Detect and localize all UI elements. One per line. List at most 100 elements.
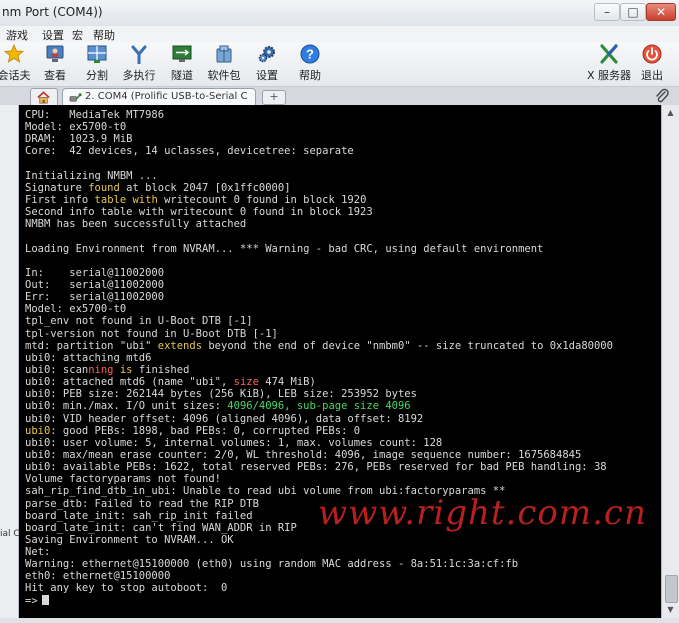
star-icon <box>4 44 24 63</box>
terminal-line: Loading Environment from NVRAM... *** Wa… <box>25 243 661 255</box>
help-icon: ? <box>300 44 320 64</box>
multiexec-button[interactable]: 多执行 <box>117 42 161 86</box>
terminal-text-segment: ubi0: max/mean erase counter: 2/0, WL th… <box>25 448 582 461</box>
serial-plug-icon <box>69 93 82 102</box>
terminal-line: ubi0: good PEBs: 1898, bad PEBs: 0, corr… <box>25 425 661 437</box>
terminal-pane[interactable]: CPU: MediaTek MT7986 Model: ex5700-t0 DRAM… <box>19 105 661 618</box>
menu-bar: 游戏 设置 宏 帮助 <box>0 26 679 42</box>
terminal-text-segment: Volume factoryparams not found! <box>25 473 221 486</box>
maximize-button[interactable]: □ <box>620 3 646 21</box>
terminal-text-segment: found <box>88 181 120 194</box>
x-server-button[interactable]: X 服务器 <box>587 42 631 86</box>
terminal-text-segment: size <box>233 376 259 389</box>
window-title: nm Port (COM4)) <box>2 5 103 19</box>
help-label: 帮助 <box>299 69 321 82</box>
minimize-button[interactable]: – <box>594 3 620 21</box>
terminal-text-segment: ubi0: scan <box>25 363 89 376</box>
close-button[interactable]: ✕ <box>646 3 676 21</box>
menu-settings[interactable]: 设置 <box>42 27 64 43</box>
split-windows-icon <box>87 45 107 63</box>
terminal-line: ubi0: attaching mtd6 <box>25 352 661 364</box>
paperclip-icon[interactable] <box>654 88 670 104</box>
terminal-text-segment: finished <box>132 363 190 376</box>
scroll-down-arrow-icon[interactable]: ▼ <box>664 604 677 616</box>
terminal-line: ubi0: available PEBs: 1622, total reserv… <box>25 461 661 473</box>
settings-button[interactable]: 设置 <box>245 42 289 86</box>
terminal-text-segment: mtd: partition "ubi" <box>25 339 158 352</box>
terminal-scrollbar[interactable]: ▲ ▼ <box>661 105 679 618</box>
home-tab[interactable] <box>30 88 58 106</box>
terminal-text-segment: extends <box>157 339 203 352</box>
terminal-text-segment: Net: <box>25 546 51 559</box>
terminal-line: Core: 42 devices, 14 uclasses, devicetre… <box>25 145 661 157</box>
terminal-text-segment: Second info table with writecount 0 foun… <box>25 206 373 219</box>
terminal-text-segment: Err: serial@11002000 <box>25 291 165 304</box>
tab-com4-session[interactable]: 2. COM4 (Prolific USB-to-Serial C <box>62 88 256 106</box>
terminal-text-segment: ubi0: VID header offset: 4096 (aligned 4… <box>25 412 424 425</box>
terminal-text-segment: Hit any key to stop autoboot: 0 <box>25 582 228 595</box>
terminal-text-segment: Warning: ethernet@15100000 (eth0) using … <box>25 558 519 571</box>
terminal-text-segment: ubi0: <box>25 424 57 437</box>
terminal-line: mtd: partition "ubi" extends beyond the … <box>25 340 661 352</box>
terminal-line: Hit any key to stop autoboot: 0 <box>25 582 661 594</box>
terminal-cursor <box>41 594 49 605</box>
terminal-line: tpl-version not found in U-Boot DTB [-1] <box>25 328 661 340</box>
exit-button[interactable]: 退出 <box>630 42 674 86</box>
terminal-text-segment: ubi0: min./max. I/O unit sizes: <box>25 400 228 413</box>
terminal-text-segment: tpl-version not found in U-Boot DTB [-1] <box>25 327 278 340</box>
terminal-text-segment: with <box>132 193 158 206</box>
help-button[interactable]: ? 帮助 <box>288 42 332 86</box>
menu-macros[interactable]: 宏 <box>72 27 83 43</box>
svg-text:?: ? <box>306 47 314 62</box>
terminal-line: Err: serial@11002000 <box>25 291 661 303</box>
terminal-text-segment: eth0: ethernet@15100000 <box>25 570 171 583</box>
terminal-text-segment: Core: 42 devices, 14 uclasses, devicetre… <box>25 145 354 158</box>
terminal-line: Warning: ethernet@15100000 (eth0) using … <box>25 558 661 570</box>
terminal-text-segment: ubi0: available PEBs: 1622, total reserv… <box>25 461 607 474</box>
terminal-text-segment: table <box>94 193 127 206</box>
new-tab-button[interactable]: + <box>262 90 286 105</box>
terminal-line: Out: serial@11002000 <box>25 279 661 291</box>
terminal-text-segment: 4096/4096, sub-page size 4096 <box>227 400 411 413</box>
terminal-text-segment: Loading Environment from NVRAM... *** Wa… <box>25 242 544 255</box>
terminal-line: Model: ex5700-t0 <box>25 303 661 315</box>
menu-games[interactable]: 游戏 <box>6 27 28 43</box>
terminal-text-segment: parse_dtb: Failed to read the RIP DTB <box>25 497 259 510</box>
packages-button[interactable]: 软件包 <box>202 42 246 86</box>
terminal-text-segment: tpl_env not found in U-Boot DTB [-1] <box>25 315 253 328</box>
terminal-text-segment: at block 2047 [0x1ffc0000] <box>119 181 291 194</box>
terminal-text-segment: ubi0: attaching mtd6 <box>25 351 152 364</box>
mobaxterm-window: nm Port (COM4)) – □ ✕ 游戏 设置 宏 帮助 会话夫 查看 <box>0 0 679 623</box>
terminal-line: First info table with writecount 0 found… <box>25 194 661 206</box>
terminal-text-segment: ubi0: attached mtd6 (name "ubi", <box>25 376 234 389</box>
terminal-line: => <box>25 594 661 607</box>
terminal-line: ubi0: max/mean erase counter: 2/0, WL th… <box>25 449 661 461</box>
terminal-line: Model: ex5700-t0 <box>25 121 661 133</box>
fork-icon <box>131 45 147 64</box>
watermark-text: www.right.com.cn <box>318 493 647 533</box>
menu-help[interactable]: 帮助 <box>93 27 115 43</box>
terminal-text-segment: ning <box>88 363 114 376</box>
terminal-line: eth0: ethernet@15100000 <box>25 570 661 582</box>
home-icon <box>37 91 50 104</box>
terminal-text-segment: Signature <box>25 181 89 194</box>
terminal-text-segment: NMBM has been successfully attached <box>25 218 247 231</box>
terminal-line: Net: <box>25 546 661 558</box>
terminal-line: ubi0: user volume: 5, internal volumes: … <box>25 437 661 449</box>
scroll-up-arrow-icon[interactable]: ▲ <box>664 107 677 119</box>
terminal-line: In: serial@11002000 <box>25 267 661 279</box>
terminal-line: Signature found at block 2047 [0x1ffc000… <box>25 182 661 194</box>
terminal-text-segment: ubi0: user volume: 5, internal volumes: … <box>25 436 443 449</box>
terminal-text-segment: Model: ex5700-t0 <box>25 121 127 134</box>
terminal-line: ubi0: VID header offset: 4096 (aligned 4… <box>25 413 661 425</box>
sessions-sidebar[interactable]: ial Co <box>0 105 25 623</box>
scroll-thumb[interactable] <box>665 575 678 603</box>
terminal-line: tpl_env not found in U-Boot DTB [-1] <box>25 315 661 327</box>
terminal-text-segment: ubi0: PEB size: 262144 bytes (256 KiB), … <box>25 388 417 401</box>
terminal-text-segment: CPU: MediaTek MT7986 <box>25 109 165 121</box>
terminal-line: Second info table with writecount 0 foun… <box>25 206 661 218</box>
toolbar: 会话夫 查看 分割 多执行 隧道 软件包 设置 ? 帮助 X 服务器 退出 <box>0 42 679 87</box>
